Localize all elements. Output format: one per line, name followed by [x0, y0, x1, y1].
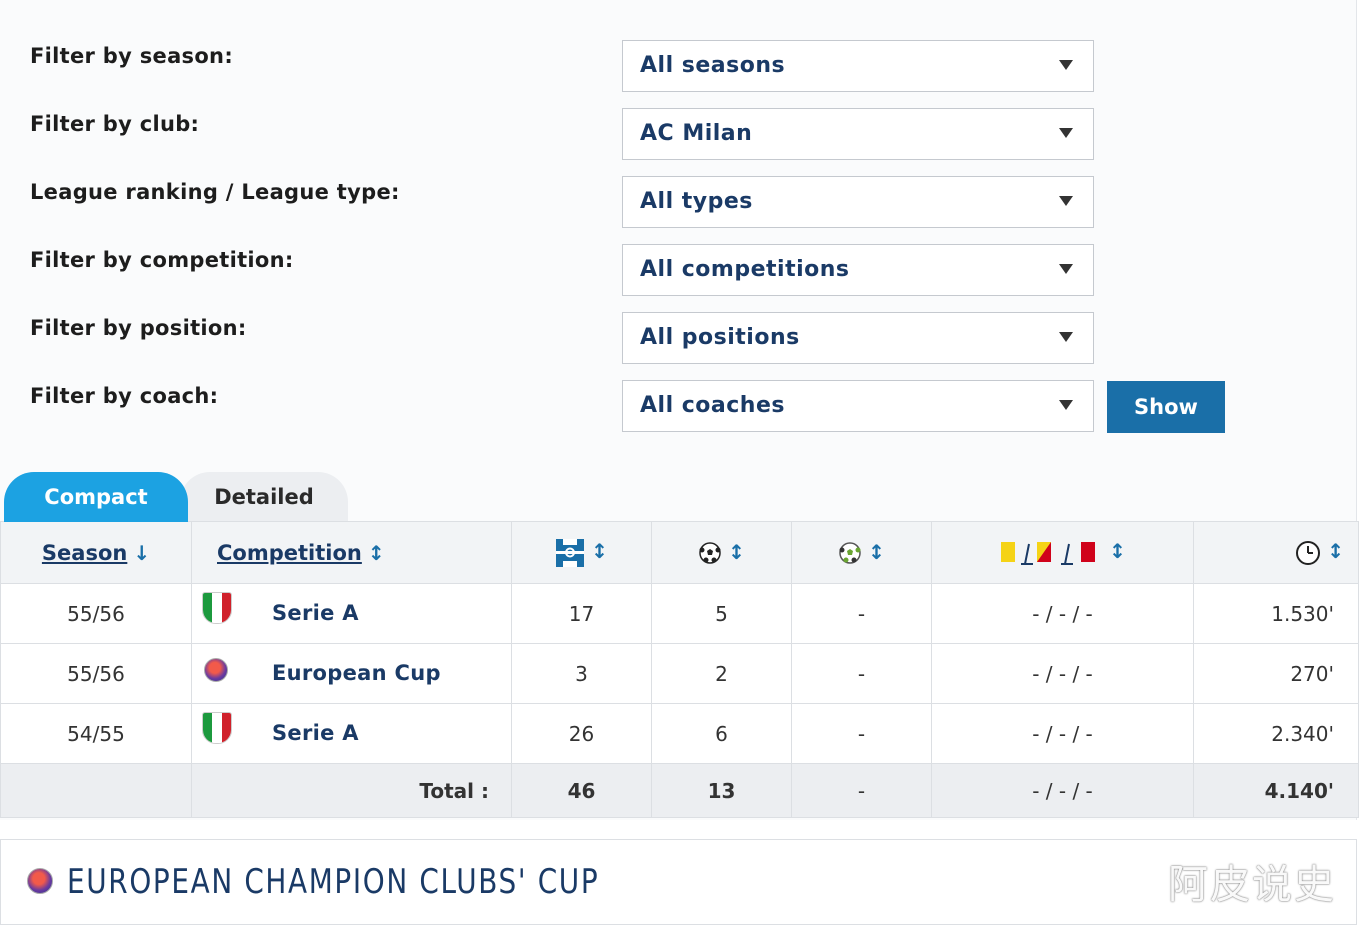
coach-select[interactable]: All coaches — [622, 380, 1094, 432]
appearances-cell: 17 — [511, 583, 652, 644]
goals-cell: 5 — [651, 583, 792, 644]
sort-icon[interactable]: ↕ — [868, 540, 885, 564]
total-appearances: 46 — [511, 763, 652, 818]
table-row: 55/56 Serie A 17 5 - - / - / - 1.530' — [0, 583, 1359, 644]
filter-row-position: Filter by position: All positions — [0, 312, 1357, 364]
appearances-cell: 3 — [511, 643, 652, 704]
goals-cell: 6 — [651, 703, 792, 764]
appearances-cell: 26 — [511, 703, 652, 764]
filter-label-season: Filter by season: — [30, 44, 234, 68]
caret-down-icon — [1059, 196, 1073, 206]
goals-header[interactable]: ↕ — [651, 521, 792, 584]
competition-section-header: EUROPEAN CHAMPION CLUBS' CUP — [0, 839, 1357, 925]
competition-cell: European Cup — [191, 643, 512, 704]
total-goals: 13 — [651, 763, 792, 818]
cards-icon — [1001, 541, 1096, 565]
european-cup-icon — [204, 658, 228, 682]
total-cards: - / - / - — [931, 763, 1194, 818]
competition-link[interactable]: Serie A — [272, 721, 359, 745]
sort-icon[interactable]: ↕ — [591, 539, 608, 563]
season-sort-link[interactable]: Season — [42, 541, 127, 565]
position-select[interactable]: All positions — [622, 312, 1094, 364]
season-cell: 55/56 — [0, 643, 192, 704]
table-header-row: Season ↓ Competition ↕ ↕ ↕ ↕ ↕ ↕ — [0, 521, 1359, 584]
caret-down-icon — [1059, 400, 1073, 410]
cards-cell: - / - / - — [931, 583, 1194, 644]
assists-header[interactable]: ↕ — [791, 521, 932, 584]
assists-cell: - — [791, 703, 932, 764]
competition-select[interactable]: All competitions — [622, 244, 1094, 296]
minutes-cell: 270' — [1193, 643, 1359, 704]
section-title: EUROPEAN CHAMPION CLUBS' CUP — [67, 862, 600, 902]
cards-cell: - / - / - — [931, 643, 1194, 704]
filter-row-season: Filter by season: All seasons — [0, 40, 1357, 92]
total-assists: - — [791, 763, 932, 818]
filter-label-competition: Filter by competition: — [30, 248, 294, 272]
filter-label-club: Filter by club: — [30, 112, 200, 136]
season-header: Season ↓ — [0, 521, 192, 584]
filter-row-competition: Filter by competition: All competitions — [0, 244, 1357, 296]
league-type-select[interactable]: All types — [622, 176, 1094, 228]
filter-label-coach: Filter by coach: — [30, 384, 219, 408]
total-row: Total : 46 13 - - / - / - 4.140' — [0, 763, 1359, 818]
caret-down-icon — [1059, 128, 1073, 138]
total-empty-cell — [0, 763, 192, 818]
total-minutes: 4.140' — [1193, 763, 1359, 818]
goals-cell: 2 — [651, 643, 792, 704]
competition-link[interactable]: European Cup — [272, 661, 441, 685]
total-label: Total : — [191, 763, 512, 818]
filter-row-club: Filter by club: AC Milan — [0, 108, 1357, 160]
minutes-header[interactable]: ↕ — [1193, 521, 1359, 584]
stats-table: Season ↓ Competition ↕ ↕ ↕ ↕ ↕ ↕ 55/56 S… — [0, 521, 1359, 818]
season-select-value: All seasons — [640, 53, 786, 78]
competition-header: Competition ↕ — [191, 521, 512, 584]
show-button[interactable]: Show — [1107, 381, 1225, 433]
competition-select-value: All competitions — [640, 257, 850, 282]
cards-header[interactable]: ↕ — [931, 521, 1194, 584]
sort-icon[interactable]: ↕ — [1109, 539, 1126, 563]
assists-icon — [839, 542, 861, 564]
minutes-cell: 2.340' — [1193, 703, 1359, 764]
filter-panel: Filter by season: All seasons Filter by … — [0, 0, 1359, 820]
filter-label-position: Filter by position: — [30, 316, 247, 340]
table-row: 55/56 European Cup 3 2 - - / - / - 270' — [0, 643, 1359, 704]
appearances-icon — [556, 538, 585, 567]
competition-cell: Serie A — [191, 703, 512, 764]
club-select-value: AC Milan — [640, 121, 753, 146]
competition-sort-link[interactable]: Competition — [217, 541, 362, 565]
european-cup-icon — [27, 868, 53, 894]
assists-cell: - — [791, 583, 932, 644]
italy-flag-icon — [202, 712, 232, 744]
competition-cell: Serie A — [191, 583, 512, 644]
tab-detailed[interactable]: Detailed — [180, 472, 348, 522]
competition-link[interactable]: Serie A — [272, 601, 359, 625]
position-select-value: All positions — [640, 325, 800, 350]
sort-icon[interactable]: ↕ — [368, 541, 385, 565]
season-select[interactable]: All seasons — [622, 40, 1094, 92]
cards-cell: - / - / - — [931, 703, 1194, 764]
table-row: 54/55 Serie A 26 6 - - / - / - 2.340' — [0, 703, 1359, 764]
clock-icon — [1296, 540, 1321, 565]
sort-desc-icon[interactable]: ↓ — [133, 541, 150, 565]
sort-icon[interactable]: ↕ — [1327, 539, 1344, 563]
league-type-select-value: All types — [640, 189, 753, 214]
goals-icon — [699, 542, 721, 564]
filter-label-league-type: League ranking / League type: — [30, 180, 400, 204]
caret-down-icon — [1059, 264, 1073, 274]
assists-cell: - — [791, 643, 932, 704]
caret-down-icon — [1059, 332, 1073, 342]
minutes-cell: 1.530' — [1193, 583, 1359, 644]
italy-flag-icon — [202, 592, 232, 624]
season-cell: 55/56 — [0, 583, 192, 644]
season-cell: 54/55 — [0, 703, 192, 764]
watermark: 阿皮说史 — [1168, 862, 1336, 908]
filter-row-league-type: League ranking / League type: All types — [0, 176, 1357, 228]
caret-down-icon — [1059, 60, 1073, 70]
coach-select-value: All coaches — [640, 393, 785, 418]
sort-icon[interactable]: ↕ — [728, 540, 745, 564]
tab-compact[interactable]: Compact — [4, 472, 188, 522]
club-select[interactable]: AC Milan — [622, 108, 1094, 160]
appearances-header[interactable]: ↕ — [511, 521, 652, 584]
